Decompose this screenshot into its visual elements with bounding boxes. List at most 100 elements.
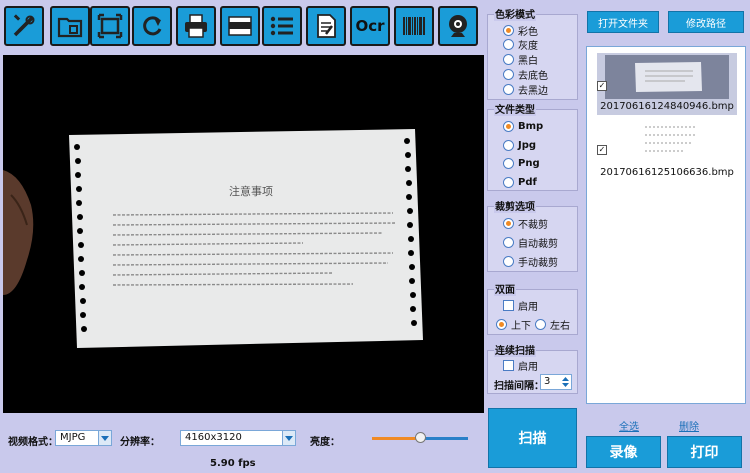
file-checkbox[interactable]: ✓ bbox=[597, 81, 607, 91]
radio-icon[interactable] bbox=[503, 139, 514, 151]
file-type-title: 文件类型 bbox=[494, 101, 536, 116]
duplex-left-right[interactable]: 左右 bbox=[535, 317, 570, 332]
resolution-value: 4160x3120 bbox=[185, 432, 242, 443]
option-label: 灰度 bbox=[518, 40, 538, 52]
file-name: 20170616124840946.bmp bbox=[600, 101, 734, 112]
list-icon[interactable] bbox=[262, 6, 302, 46]
file-checkbox[interactable]: ✓ bbox=[597, 145, 607, 155]
open-folder-button[interactable]: 打开文件夹 bbox=[587, 11, 659, 33]
interval-spinner[interactable]: 3 bbox=[540, 374, 572, 390]
interval-value: 3 bbox=[544, 376, 551, 387]
fps-readout: 5.90 fps bbox=[210, 458, 256, 469]
radio-icon[interactable] bbox=[503, 157, 514, 169]
brightness-slider-fill bbox=[372, 437, 420, 440]
radio-icon[interactable] bbox=[503, 176, 514, 188]
file-list[interactable]: ✓ 20170616124840946.bmp ✓ 20170616125106… bbox=[586, 46, 746, 404]
change-path-button[interactable]: 修改路径 bbox=[668, 11, 744, 33]
chevron-down-icon[interactable] bbox=[98, 431, 111, 445]
crop-option-none[interactable]: 不裁剪 bbox=[503, 216, 548, 231]
radio-icon[interactable] bbox=[503, 120, 514, 132]
file-thumbnail bbox=[605, 55, 729, 99]
color-option-gray[interactable]: 灰度 bbox=[503, 37, 538, 52]
change-path-label: 修改路径 bbox=[686, 18, 726, 30]
resolution-select[interactable]: 4160x3120 bbox=[180, 430, 296, 446]
barcode-icon[interactable] bbox=[394, 6, 434, 46]
file-type-png[interactable]: Png bbox=[503, 156, 540, 170]
crop-title: 裁剪选项 bbox=[494, 198, 536, 213]
option-label: 启用 bbox=[518, 301, 538, 313]
select-all-link[interactable]: 全选 bbox=[619, 418, 639, 433]
camera-preview: 注意事项 bbox=[3, 55, 484, 413]
radio-icon[interactable] bbox=[503, 38, 514, 50]
file-type-bmp[interactable]: Bmp bbox=[503, 119, 543, 133]
continuous-title: 连续扫描 bbox=[494, 342, 536, 357]
scan-button[interactable]: 扫描 bbox=[488, 408, 577, 468]
rotate-icon[interactable] bbox=[132, 6, 172, 46]
record-label: 录像 bbox=[609, 445, 638, 461]
option-label: 去黑边 bbox=[518, 85, 548, 97]
file-type-pdf[interactable]: Pdf bbox=[503, 175, 537, 189]
checkbox-icon[interactable] bbox=[503, 359, 514, 371]
option-label: 上下 bbox=[511, 320, 531, 332]
video-format-value: MJPG bbox=[60, 432, 86, 443]
print-button[interactable]: 打印 bbox=[667, 436, 742, 468]
folder-icon[interactable] bbox=[50, 6, 90, 46]
file-name: 20170616125106636.bmp bbox=[600, 167, 734, 178]
color-option-remove-bg[interactable]: 去底色 bbox=[503, 67, 548, 82]
ocr-button[interactable]: Ocr bbox=[350, 6, 390, 46]
checkbox-icon[interactable] bbox=[503, 299, 514, 311]
file-item[interactable]: ✓ 20170616125106636.bmp bbox=[597, 119, 737, 181]
chevron-down-icon[interactable] bbox=[282, 431, 295, 445]
radio-icon[interactable] bbox=[503, 24, 514, 36]
open-folder-label: 打开文件夹 bbox=[598, 18, 648, 30]
option-label: Pdf bbox=[518, 176, 537, 188]
toolbar: Ocr bbox=[0, 0, 484, 54]
brightness-slider-thumb[interactable] bbox=[415, 432, 426, 443]
radio-icon[interactable] bbox=[503, 236, 514, 248]
color-option-color[interactable]: 彩色 bbox=[503, 23, 538, 38]
radio-icon[interactable] bbox=[503, 53, 514, 65]
radio-icon[interactable] bbox=[535, 318, 546, 330]
crop-option-auto[interactable]: 自动裁剪 bbox=[503, 235, 558, 250]
radio-icon[interactable] bbox=[503, 83, 514, 95]
option-label: Bmp bbox=[518, 120, 544, 132]
radio-icon[interactable] bbox=[496, 318, 507, 330]
option-label: 不裁剪 bbox=[518, 219, 548, 231]
resolution-label: 分辨率： bbox=[120, 437, 160, 448]
tools-icon[interactable] bbox=[4, 6, 44, 46]
crop-bar-icon[interactable] bbox=[220, 6, 260, 46]
radio-icon[interactable] bbox=[503, 68, 514, 80]
webcam-icon[interactable] bbox=[438, 6, 478, 46]
option-label: 手动裁剪 bbox=[518, 257, 558, 269]
ocr-label: Ocr bbox=[355, 17, 385, 35]
radio-icon[interactable] bbox=[503, 217, 514, 229]
option-label: 启用 bbox=[518, 361, 538, 373]
video-format-label: 视频格式： bbox=[8, 437, 58, 448]
brightness-slider[interactable] bbox=[372, 432, 468, 443]
color-option-remove-black-edge[interactable]: 去黑边 bbox=[503, 82, 548, 97]
fullscreen-icon[interactable] bbox=[90, 6, 130, 46]
delete-link[interactable]: 删除 bbox=[679, 418, 699, 433]
option-label: 左右 bbox=[550, 320, 570, 332]
duplex-enable[interactable]: 启用 bbox=[503, 298, 538, 313]
printer-icon[interactable] bbox=[176, 6, 216, 46]
spinner-arrows-icon[interactable] bbox=[560, 375, 571, 389]
option-label: 去底色 bbox=[518, 70, 548, 82]
duplex-title: 双面 bbox=[494, 281, 516, 296]
document-image: 注意事项 bbox=[3, 55, 484, 413]
print-label: 打印 bbox=[690, 445, 719, 461]
file-type-jpg[interactable]: Jpg bbox=[503, 138, 536, 152]
duplex-top-bottom[interactable]: 上下 bbox=[496, 317, 531, 332]
color-mode-title: 色彩模式 bbox=[494, 6, 536, 21]
continuous-enable[interactable]: 启用 bbox=[503, 358, 538, 373]
interval-label: 扫描间隔： bbox=[494, 381, 544, 392]
radio-icon[interactable] bbox=[503, 255, 514, 267]
color-option-bw[interactable]: 黑白 bbox=[503, 52, 538, 67]
option-label: Png bbox=[518, 157, 540, 169]
document-edit-icon[interactable] bbox=[306, 6, 346, 46]
option-label: 黑白 bbox=[518, 55, 538, 67]
record-button[interactable]: 录像 bbox=[586, 436, 661, 468]
file-item[interactable]: ✓ 20170616124840946.bmp bbox=[597, 53, 737, 115]
crop-option-manual[interactable]: 手动裁剪 bbox=[503, 254, 558, 269]
video-format-select[interactable]: MJPG bbox=[55, 430, 112, 446]
